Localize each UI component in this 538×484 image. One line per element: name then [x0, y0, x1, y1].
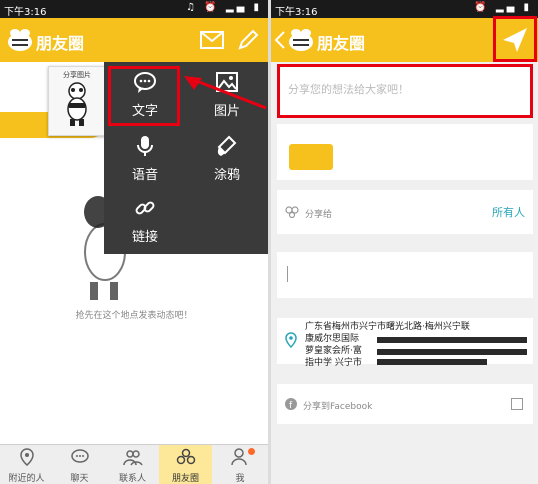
status-bar: 下午3:16 ♫ ⏰ ▂▄ ▮: [0, 0, 268, 18]
menu-item-link-label: 链接: [131, 230, 158, 245]
nav-contacts-label: 联系人: [118, 474, 146, 484]
compose-placeholder: 分享您的想法给大家吧！: [288, 83, 409, 96]
person-icon: [231, 448, 247, 466]
app-title: 朋友圈: [36, 34, 85, 53]
brush-icon: [217, 135, 237, 156]
share-thumb-label: 分享图片: [63, 71, 91, 79]
nav-me[interactable]: 我: [212, 445, 268, 484]
compose-text-field[interactable]: 分享您的想法给大家吧！: [277, 64, 533, 118]
audience-value: 所有人: [492, 206, 525, 219]
send-button[interactable]: [493, 16, 537, 62]
menu-item-doodle[interactable]: 涂鸦: [188, 128, 266, 190]
mail-icon[interactable]: [200, 30, 224, 50]
contacts-icon: [123, 450, 143, 466]
link-icon: [135, 201, 155, 215]
menu-item-voice[interactable]: 语音: [106, 128, 184, 190]
menu-item-doodle-label: 涂鸦: [213, 168, 240, 183]
share-image-thumbnail[interactable]: 分享图片: [48, 66, 106, 136]
moments-feed: 分享图片 抢先在这个地点发表动态吧！ 文字 图片 语音 涂鸦 链接: [0, 62, 268, 446]
location-pin-icon: [285, 332, 297, 348]
location-row[interactable]: 广东省梅州市兴宁市曙光北路·梅州兴宁联 康威尔思国际 萝皇家会所·富 指中学 兴…: [277, 318, 533, 368]
pen-icon[interactable]: [236, 28, 260, 52]
left-screen: 下午3:16 ♫ ⏰ ▂▄ ▮ 朋友圈 分享图片 抢先在这个地点发表动态吧！ 文…: [0, 0, 268, 484]
menu-item-text[interactable]: 文字: [106, 64, 184, 126]
redaction-bar: [377, 349, 527, 355]
moments-icon: [176, 448, 196, 465]
bee-logo-icon: [289, 29, 313, 51]
nav-me-label: 我: [235, 474, 245, 484]
send-icon: [493, 16, 537, 62]
text-input-row[interactable]: [277, 252, 533, 298]
right-screen: 下午3:16 ⏰ ▂▄ ▮ 朋友圈 分享您的想法给大家吧！ 分享给 所有人 广东…: [271, 0, 538, 484]
add-photo-area[interactable]: [277, 124, 533, 180]
facebook-share-row[interactable]: f 分享到Facebook: [277, 384, 533, 424]
app-title: 朋友圈: [317, 34, 366, 53]
microphone-icon: [137, 136, 153, 156]
empty-state-text: 抢先在这个地点发表动态吧！: [75, 311, 193, 321]
bottom-navigation: 附近的人 聊天 联系人 朋友圈 我: [0, 444, 268, 484]
nav-nearby-label: 附近的人: [8, 474, 45, 484]
annotation-arrow-icon: [184, 76, 267, 110]
app-bar: 朋友圈: [0, 18, 268, 62]
audience-selector[interactable]: 分享给 所有人: [277, 190, 533, 234]
nav-moments-label: 朋友圈: [171, 474, 199, 484]
nav-nearby[interactable]: 附近的人: [0, 445, 53, 484]
facebook-checkbox[interactable]: [511, 398, 523, 410]
chat-icon: [71, 449, 89, 463]
redaction-bar: [377, 359, 487, 365]
nav-chat-label: 聊天: [70, 474, 89, 484]
app-bar: 朋友圈: [271, 16, 538, 62]
highlight-box: [108, 66, 180, 126]
redaction-bar: [377, 337, 527, 343]
status-time: 下午3:16: [275, 7, 318, 18]
people-icon: [285, 206, 299, 218]
text-caret: [287, 266, 288, 282]
facebook-icon: f: [285, 398, 297, 410]
status-time: 下午3:16: [4, 7, 47, 18]
facebook-label: 分享到Facebook: [303, 402, 373, 412]
bee-logo-icon: [8, 29, 32, 51]
camera-icon: [289, 144, 333, 170]
nav-contacts[interactable]: 联系人: [106, 445, 159, 484]
audience-label: 分享给: [305, 210, 333, 220]
back-chevron-icon[interactable]: [273, 28, 287, 52]
nav-moments[interactable]: 朋友圈: [159, 445, 212, 484]
location-pin-icon: [20, 448, 34, 466]
menu-item-voice-label: 语音: [131, 168, 158, 183]
status-icons: ⏰ ▂▄ ▮: [474, 2, 532, 13]
panda-icon: [67, 82, 87, 126]
nav-chat[interactable]: 聊天: [53, 445, 106, 484]
notification-dot: [248, 448, 255, 455]
menu-item-link[interactable]: 链接: [106, 190, 184, 252]
status-icons: ♫ ⏰ ▂▄ ▮: [186, 2, 262, 13]
